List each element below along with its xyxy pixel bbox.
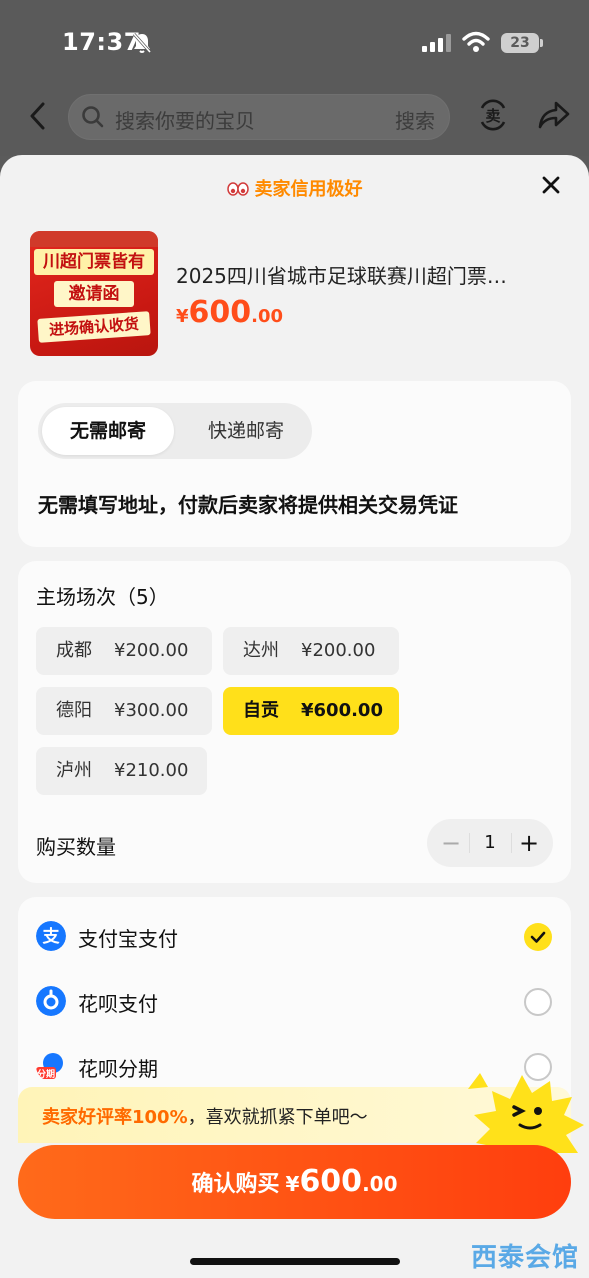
search-bar[interactable]: 搜索你要的宝贝 搜索: [68, 94, 450, 140]
session-title: 主场场次（5）: [36, 585, 169, 609]
watermark: 西泰会馆: [470, 1243, 579, 1273]
price-symbol: ¥: [176, 306, 189, 327]
signal-icon: [422, 34, 451, 52]
price-decimal: .00: [251, 306, 284, 327]
shipping-option-none[interactable]: 无需邮寄: [42, 407, 174, 455]
thumb-text-2: 邀请函: [54, 281, 134, 307]
session-price: ¥600.00: [301, 700, 383, 721]
alipay-icon: 支: [36, 921, 66, 951]
promo-text: 卖家好评率100%，喜欢就抓紧下单吧～: [42, 1103, 368, 1129]
buy-button-label: 确认购买: [191, 1172, 280, 1197]
quantity-value[interactable]: 1: [477, 827, 503, 859]
product-price: ¥600.00: [176, 295, 283, 330]
session-city: 成都: [56, 640, 92, 661]
session-price: ¥210.00: [114, 760, 189, 781]
confirm-purchase-button[interactable]: 确认购买 ¥600.00: [18, 1145, 571, 1219]
stepper-divider: [511, 833, 512, 853]
session-city: 德阳: [56, 700, 92, 721]
session-chip-dazhou[interactable]: 达州 ¥200.00: [223, 627, 399, 675]
search-icon: [82, 106, 104, 128]
quantity-minus-button[interactable]: −: [439, 827, 463, 859]
shipping-note: 无需填写地址，付款后卖家将提供相关交易凭证: [38, 493, 458, 517]
seller-credit-header: 卖家信用极好: [0, 175, 589, 201]
shipping-card: 无需邮寄 快递邮寄 无需填写地址，付款后卖家将提供相关交易凭证: [18, 381, 571, 547]
buy-button-symbol: ¥: [285, 1172, 300, 1196]
promo-message: ，喜欢就抓紧下单吧～: [187, 1107, 368, 1128]
session-chip-chengdu[interactable]: 成都 ¥200.00: [36, 627, 212, 675]
sell-icon[interactable]: 卖: [478, 98, 508, 132]
session-city: 泸州: [56, 760, 92, 781]
seller-credit-text: 卖家信用极好: [254, 179, 363, 200]
search-button[interactable]: 搜索: [395, 105, 435, 134]
session-price: ¥300.00: [114, 700, 189, 721]
svg-text:支: 支: [43, 926, 61, 947]
buy-button-price-integer: 600: [299, 1164, 363, 1199]
promo-highlight: 卖家好评率100%: [42, 1107, 188, 1128]
nav-bar: 搜索你要的宝贝 搜索 卖: [0, 86, 589, 156]
product-title: 2025四川省城市足球联赛川超门票…: [176, 264, 507, 288]
status-bar: 17:37 23: [0, 0, 589, 86]
session-price: ¥200.00: [114, 640, 189, 661]
session-price: ¥200.00: [301, 640, 376, 661]
session-chip-zigong[interactable]: 自贡 ¥600.00: [223, 687, 399, 735]
quantity-plus-button[interactable]: +: [517, 827, 541, 859]
session-chip-luzhou[interactable]: 泸州 ¥210.00: [36, 747, 207, 795]
price-integer: 600: [188, 295, 252, 330]
stepper-divider: [469, 833, 470, 853]
back-arrow-icon[interactable]: [26, 101, 50, 131]
quantity-label: 购买数量: [36, 835, 116, 859]
payment-label: 支付宝支付: [78, 927, 178, 951]
thumb-text-1: 川超门票皆有: [34, 249, 154, 275]
payment-label: 花呗分期: [78, 1057, 158, 1081]
check-icon: [530, 931, 546, 943]
session-city: 达州: [243, 640, 279, 661]
wifi-icon: [462, 31, 490, 52]
huabei-icon: [36, 986, 66, 1016]
session-card: 主场场次（5） 成都 ¥200.00 达州 ¥200.00 德阳 ¥300.00 自贡…: [18, 561, 571, 883]
session-chip-deyang[interactable]: 德阳 ¥300.00: [36, 687, 212, 735]
status-time: 17:37: [62, 28, 141, 56]
thumb-banner: [30, 231, 158, 247]
payment-label: 花呗支付: [78, 992, 158, 1016]
svg-text:分期: 分期: [37, 1068, 55, 1080]
search-placeholder: 搜索你要的宝贝: [115, 109, 255, 133]
bell-muted-icon: [132, 33, 152, 53]
close-icon[interactable]: [539, 173, 563, 197]
huabei-installment-icon: 分期: [36, 1053, 63, 1080]
product-thumbnail[interactable]: 川超门票皆有 邀请函 进场确认收货: [30, 231, 158, 356]
thumb-text-3: 进场确认收货: [37, 311, 151, 343]
session-city: 自贡: [243, 700, 279, 721]
shipping-option-express[interactable]: 快递邮寄: [184, 407, 308, 455]
battery-indicator: 23: [501, 33, 543, 53]
payment-radio[interactable]: [524, 988, 552, 1016]
payment-method-huabei[interactable]: 花呗支付: [36, 982, 552, 1022]
shipping-toggle: 无需邮寄 快递邮寄: [38, 403, 312, 459]
payment-method-alipay[interactable]: 支 支付宝支付: [36, 917, 552, 957]
quantity-stepper: − 1 +: [427, 819, 553, 867]
share-icon[interactable]: [538, 100, 570, 130]
buy-button-price-decimal: .00: [362, 1172, 398, 1196]
eyes-icon: [226, 182, 249, 196]
payment-radio-checked[interactable]: [524, 923, 552, 951]
purchase-sheet: 卖家信用极好 川超门票皆有 邀请函 进场确认收货 2025四川省城市足球联赛川超…: [0, 155, 589, 1278]
sell-icon-glyph: 卖: [485, 107, 500, 125]
home-indicator: [190, 1258, 400, 1265]
